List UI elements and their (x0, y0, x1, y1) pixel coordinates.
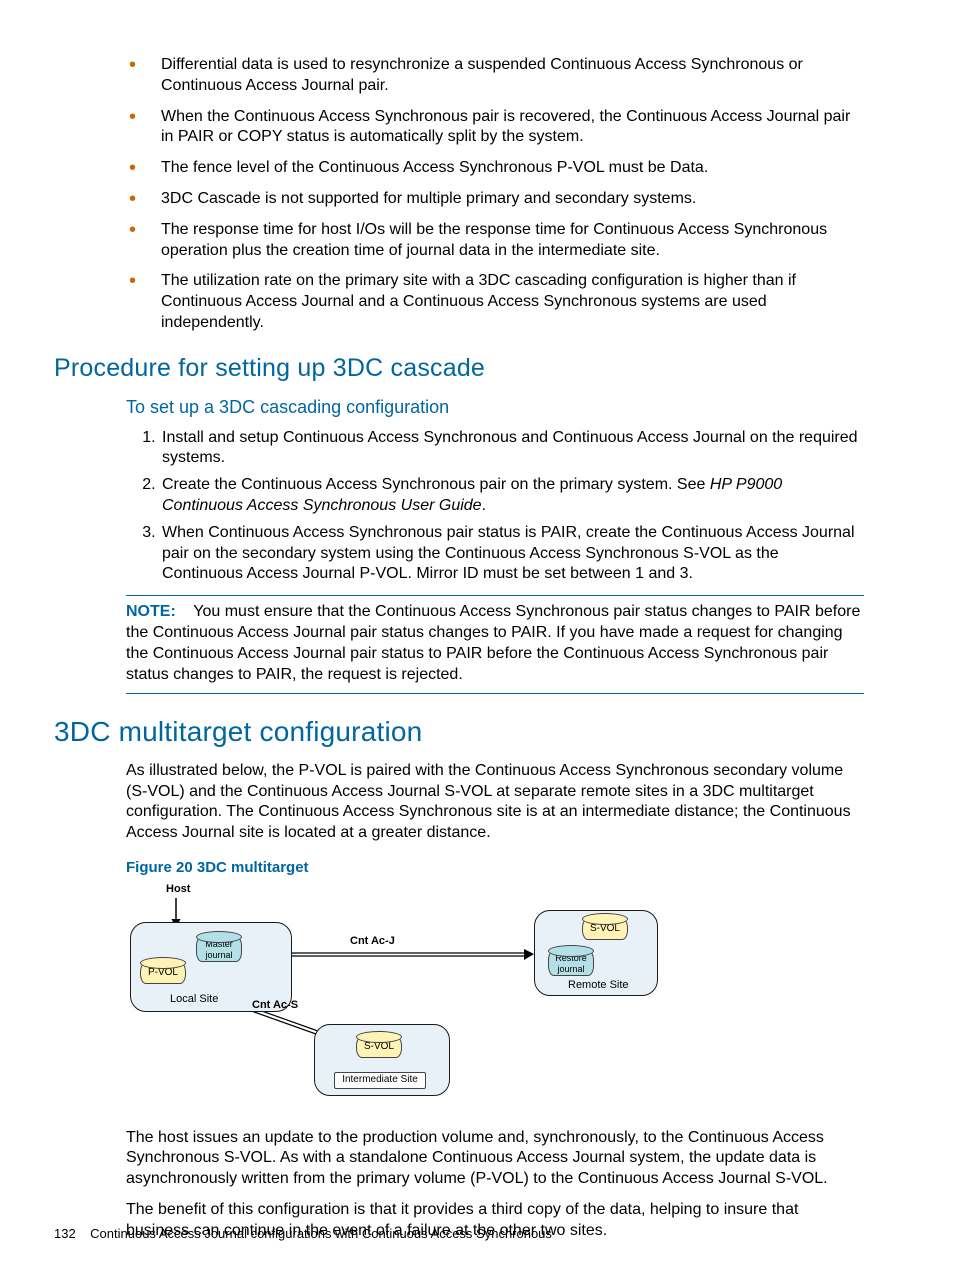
list-text: Differential data is used to resynchroni… (161, 56, 803, 94)
note-body: You must ensure that the Continuous Acce… (126, 603, 860, 682)
body-text: As illustrated below, the P-VOL is paire… (126, 761, 864, 844)
note-block: NOTE: You must ensure that the Continuou… (126, 595, 864, 694)
list-item: When the Continuous Access Synchronous p… (126, 107, 864, 149)
diagram-cntacj-label: Cnt Ac-J (350, 934, 395, 948)
diagram-host-label: Host (166, 882, 190, 896)
list-text: The fence level of the Continuous Access… (161, 159, 708, 176)
step-text: When Continuous Access Synchronous pair … (162, 524, 855, 583)
step-text: Create the Continuous Access Synchronous… (162, 476, 710, 493)
steps-list: Install and setup Continuous Access Sync… (126, 428, 864, 586)
diagram-label: Restore journal (555, 953, 587, 974)
step-text: Install and setup Continuous Access Sync… (162, 429, 858, 467)
list-text: The utilization rate on the primary site… (161, 272, 796, 331)
diagram-remote-site-label: Remote Site (568, 978, 629, 992)
list-item: The fence level of the Continuous Access… (126, 158, 864, 179)
footer-text: Continuous Access Journal configurations… (90, 1226, 552, 1241)
heading-procedure: Procedure for setting up 3DC cascade (54, 352, 864, 385)
list-text: The response time for host I/Os will be … (161, 221, 827, 259)
diagram-svol-inter: S-VOL (356, 1036, 402, 1058)
diagram-3dc-multitarget: Host Master journal P-VOL Local Site S-V… (126, 884, 682, 1100)
page-number: 132 (54, 1226, 76, 1241)
diagram-cntacs-label: Cnt Ac-S (252, 998, 298, 1012)
step-item: Install and setup Continuous Access Sync… (160, 428, 864, 470)
diagram-intermediate-site-label: Intermediate Site (334, 1072, 426, 1089)
diagram-restore-journal: Restore journal (548, 950, 594, 976)
diagram-svol-remote: S-VOL (582, 918, 628, 940)
list-item: Differential data is used to resynchroni… (126, 55, 864, 97)
note-label: NOTE: (126, 603, 176, 620)
step-item: When Continuous Access Synchronous pair … (160, 523, 864, 585)
list-item: The utilization rate on the primary site… (126, 271, 864, 333)
list-text: When the Continuous Access Synchronous p… (161, 108, 850, 146)
list-item: The response time for host I/Os will be … (126, 220, 864, 262)
diagram-pvol: P-VOL (140, 962, 186, 984)
diagram-local-site-label: Local Site (170, 992, 218, 1006)
step-text: . (482, 497, 486, 514)
bullet-list: Differential data is used to resynchroni… (126, 55, 864, 334)
diagram-master-journal: Master journal (196, 936, 242, 962)
body-text: The host issues an update to the product… (126, 1128, 864, 1190)
diagram-label: Master journal (205, 939, 233, 960)
heading-multitarget: 3DC multitarget configuration (54, 714, 864, 750)
step-item: Create the Continuous Access Synchronous… (160, 475, 864, 517)
page-content: Differential data is used to resynchroni… (126, 55, 864, 1241)
list-item: 3DC Cascade is not supported for multipl… (126, 189, 864, 210)
subheading-setup: To set up a 3DC cascading configuration (126, 396, 864, 419)
page-footer: 132 Continuous Access Journal configurat… (54, 1226, 552, 1243)
list-text: 3DC Cascade is not supported for multipl… (161, 190, 696, 207)
figure-title: Figure 20 3DC multitarget (126, 858, 864, 878)
